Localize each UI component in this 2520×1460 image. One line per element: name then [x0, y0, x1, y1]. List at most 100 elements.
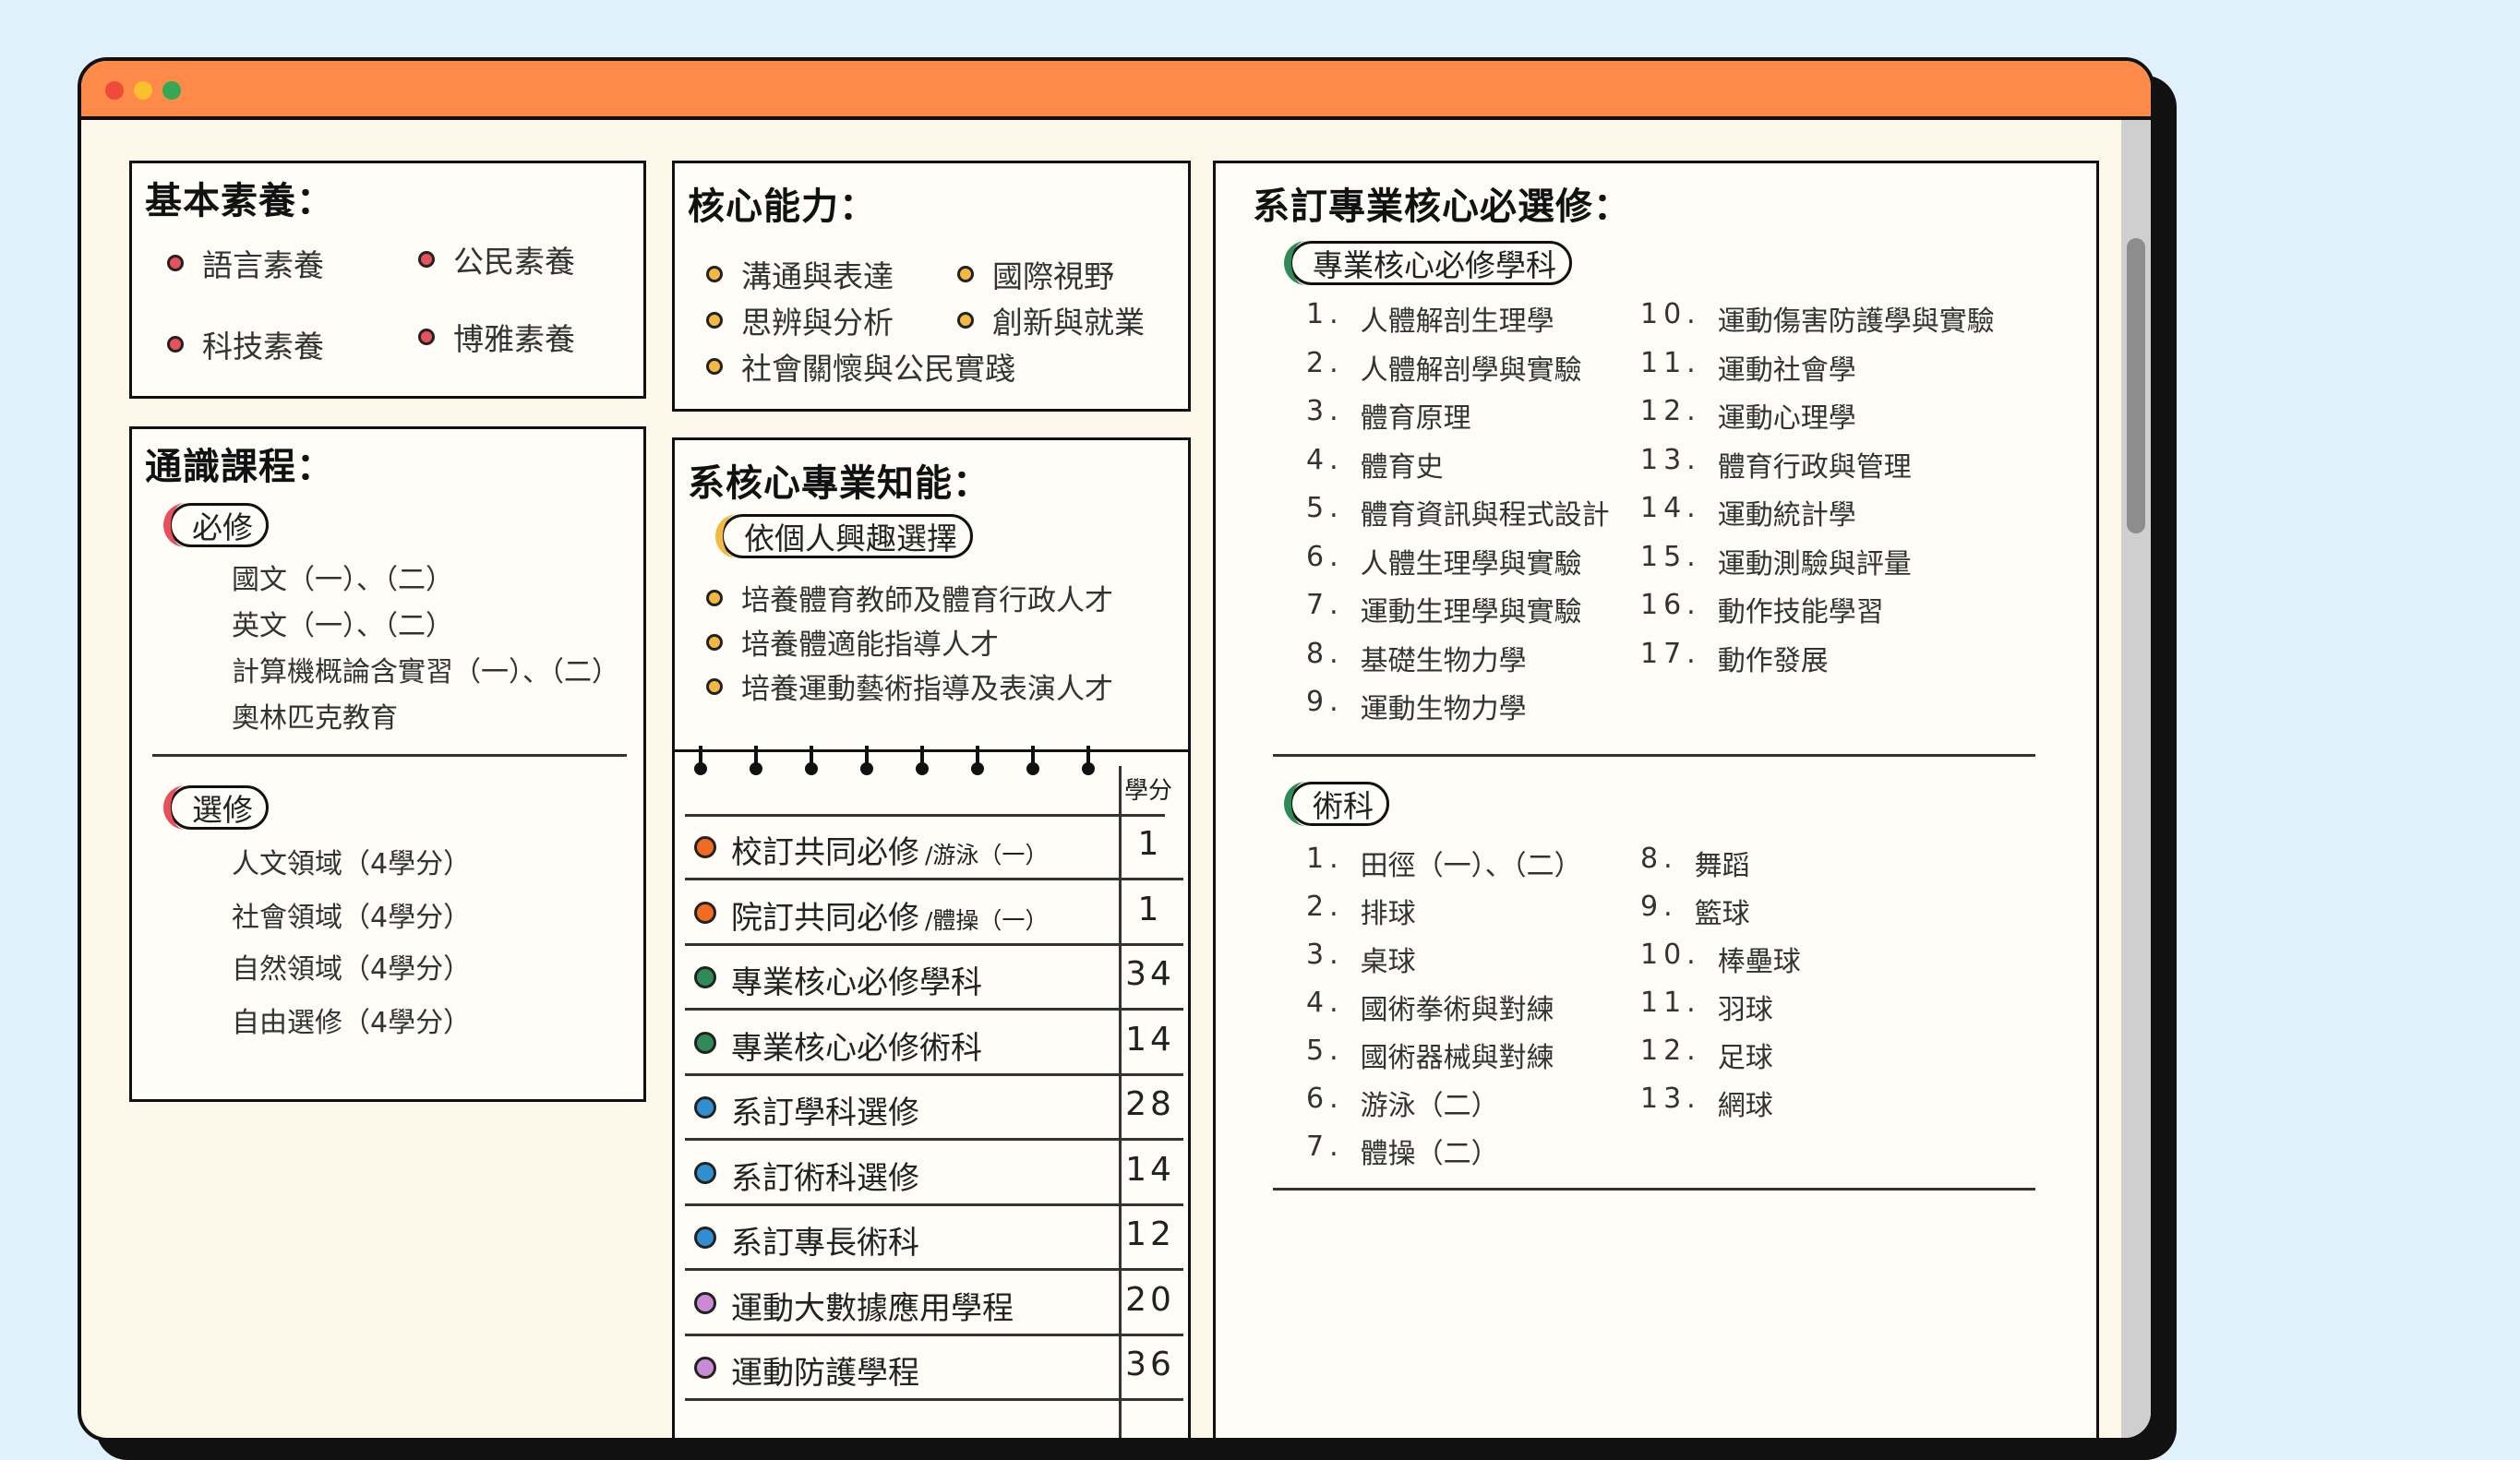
course-number: 2.: [1306, 346, 1344, 379]
category-dot-icon: [694, 1031, 716, 1054]
credit-label-text: 系訂術科選修: [731, 1159, 919, 1197]
elective-pill: 選修: [163, 785, 269, 830]
vertical-scrollbar[interactable]: [2121, 120, 2151, 1438]
competence-label: 溝通與表達: [741, 258, 894, 294]
course-number: 10.: [1640, 939, 1701, 971]
course-number: 3.: [1306, 395, 1344, 427]
course-name: 動作發展: [1717, 644, 1829, 677]
spiral-ring-icon: [860, 762, 873, 775]
category-dot-icon: [694, 836, 716, 858]
credit-value: 12: [1125, 1215, 1175, 1253]
course-number: 7.: [1306, 589, 1344, 621]
category-dot-icon: [694, 901, 716, 924]
credit-value: 36: [1125, 1346, 1175, 1383]
credit-label: 專業核心必修術科: [731, 1023, 988, 1068]
course-number: 15.: [1640, 540, 1701, 573]
course-name: 國術拳術與對練: [1360, 994, 1554, 1026]
credit-sub-text: /體操（一）: [925, 906, 1049, 934]
course-item: 7. 體操（二）: [1306, 1131, 1499, 1171]
course-item: 9. 籃球: [1640, 891, 1750, 931]
course-item: 10. 棒壘球: [1640, 939, 1801, 979]
literacy-label: 科技素養: [202, 329, 324, 365]
course-name: 人體解剖學與實驗: [1360, 353, 1582, 387]
course-item: 5. 國術器械與對練: [1306, 1035, 1554, 1075]
course-number: 7.: [1306, 1131, 1344, 1163]
course-number: 12.: [1640, 395, 1701, 427]
required-course: 國文（一）、（二）: [232, 564, 453, 596]
knowledge-label: 培養體適能指導人才: [741, 628, 999, 662]
course-number: 8.: [1640, 843, 1678, 875]
course-name: 棒壘球: [1717, 946, 1801, 978]
interest-pill: 依個人興趣選擇: [715, 514, 973, 558]
course-number: 14.: [1640, 492, 1701, 524]
course-item: 8. 舞蹈: [1640, 843, 1750, 883]
competence-item: 社會關懷與公民實踐: [706, 344, 1015, 389]
credit-label: 運動防護學程: [731, 1347, 925, 1393]
literacy-item: 博雅素養: [418, 315, 575, 359]
credit-row: 系訂學科選修 28: [685, 1076, 1183, 1141]
course-item: 13. 網球: [1640, 1083, 1773, 1123]
knowledge-label: 培養運動藝術指導及表演人才: [741, 673, 1113, 706]
elective-course: 人文領域（4學分）: [232, 848, 472, 880]
course-item: 4. 國術拳術與對練: [1306, 987, 1554, 1027]
divider: [1273, 754, 2035, 757]
spiral-ring-icon: [805, 762, 818, 775]
competence-item: 思辨與分析: [706, 298, 894, 342]
titlebar: [81, 61, 2151, 120]
credit-label-text: 系訂專長術科: [731, 1225, 919, 1262]
yellow-bullet-icon: [957, 312, 974, 329]
course-number: 5.: [1306, 1035, 1344, 1067]
red-bullet-icon: [167, 336, 184, 353]
course-item: 8. 基礎生物力學: [1306, 638, 1527, 678]
category-dot-icon: [694, 1357, 716, 1379]
course-item: 11. 運動社會學: [1640, 347, 1856, 388]
course-item: 5. 體育資訊與程式設計: [1306, 492, 1610, 533]
competence-label: 國際視野: [992, 258, 1114, 294]
course-number: 6.: [1306, 540, 1344, 573]
divider: [152, 754, 627, 757]
knowledge-item: 培養運動藝術指導及表演人才: [706, 665, 1113, 707]
credit-value: 34: [1125, 955, 1175, 993]
course-name: 籃球: [1694, 898, 1750, 930]
credit-value: 1: [1137, 890, 1163, 928]
credit-row: 專業核心必修術科 14: [685, 1011, 1183, 1076]
yellow-bullet-icon: [706, 677, 723, 695]
elective-course: 自然領域（4學分）: [232, 953, 472, 986]
credit-label: 校訂共同必修/游泳（一）: [731, 827, 1048, 872]
yellow-bullet-icon: [706, 312, 723, 329]
course-name: 足球: [1717, 1042, 1773, 1074]
elective-pill-label: 選修: [192, 792, 253, 828]
close-window-button[interactable]: [105, 81, 124, 100]
course-number: 17.: [1640, 637, 1701, 670]
scrollbar-thumb[interactable]: [2127, 238, 2145, 533]
course-name: 動作技能學習: [1717, 596, 1884, 628]
category-dot-icon: [694, 1161, 716, 1184]
general-courses-title: 通識課程：: [145, 446, 334, 488]
yellow-bullet-icon: [706, 589, 723, 606]
course-item: 1. 田徑（一）、（二）: [1306, 843, 1582, 883]
course-number: 3.: [1306, 939, 1344, 971]
credit-label: 系訂學科選修: [731, 1087, 925, 1132]
minimize-window-button[interactable]: [134, 81, 152, 100]
red-bullet-icon: [167, 255, 184, 271]
course-name: 國術器械與對練: [1360, 1042, 1554, 1074]
spiral-ring-icon: [971, 762, 984, 775]
credit-row: 系訂術科選修 14: [685, 1142, 1183, 1206]
interest-pill-label: 依個人興趣選擇: [744, 521, 957, 556]
general-courses-panel: 通識課程： 必修 國文（一）、（二） 英文（一）、（二） 計算機概論含實習（一）…: [129, 426, 646, 1102]
credit-label-text: 專業核心必修術科: [731, 1029, 982, 1067]
course-item: 3. 體育原理: [1306, 395, 1471, 436]
credit-value: 28: [1125, 1085, 1175, 1123]
credit-label-text: 院訂共同必修: [731, 899, 919, 937]
credit-label-text: 校訂共同必修: [731, 834, 919, 871]
required-course: 計算機概論含實習（一）、（二）: [232, 656, 619, 688]
credit-label: 專業核心必修學科: [731, 957, 988, 1002]
credit-label: 院訂共同必修/體操（一）: [731, 892, 1048, 938]
yellow-bullet-icon: [706, 633, 723, 651]
maximize-window-button[interactable]: [162, 81, 181, 100]
course-item: 2. 人體解剖學與實驗: [1306, 347, 1582, 388]
required-course: 奧林匹克教育: [232, 702, 398, 735]
course-name: 運動測驗與評量: [1717, 547, 1912, 580]
course-name: 舞蹈: [1694, 850, 1750, 882]
course-item: 14. 運動統計學: [1640, 492, 1856, 533]
